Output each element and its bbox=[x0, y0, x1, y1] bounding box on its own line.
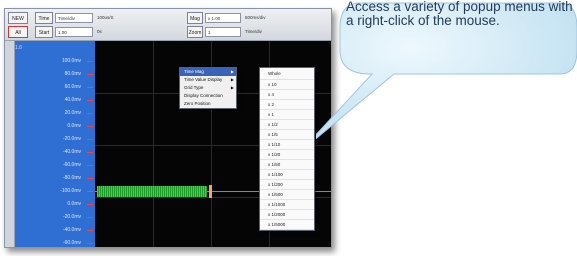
scale-tick bbox=[87, 217, 93, 218]
scale-label: -60.0mv bbox=[62, 240, 81, 246]
grid-line bbox=[153, 41, 154, 247]
scale-tick bbox=[87, 191, 93, 192]
toolbar: NEW Time Time/div 100us/S Mag x 1.00 500… bbox=[5, 9, 331, 41]
menu-item-time-mag[interactable]: Time Mag ▶ bbox=[180, 68, 236, 76]
submenu-item[interactable]: x 1/5000 bbox=[260, 220, 314, 230]
menu-item-time-value-display[interactable]: Time Value Display ▶ bbox=[180, 76, 236, 84]
submenu-arrow-icon: ▶ bbox=[230, 85, 234, 90]
sample-rate-text: 100us/S bbox=[97, 15, 114, 20]
scale-label: 0.0mv bbox=[67, 123, 81, 129]
submenu-item[interactable]: x 1/20 bbox=[260, 150, 314, 160]
menu-item-label: Zero Position bbox=[184, 101, 211, 106]
scale-label: 40.0mv bbox=[64, 97, 81, 103]
menu-item-display-connection[interactable]: Display Connection bbox=[180, 92, 236, 100]
scale-label: 80.0mv bbox=[64, 71, 81, 77]
scale-tick bbox=[87, 243, 93, 244]
scale-tick bbox=[87, 113, 93, 114]
scale-label: -40.0mv bbox=[62, 227, 81, 233]
scale-label: -20.0mv bbox=[62, 214, 81, 220]
scale-label: -80.0mv bbox=[62, 175, 81, 181]
submenu-item[interactable]: x 1/1000 bbox=[260, 200, 314, 210]
time-button[interactable]: Time bbox=[35, 12, 53, 24]
mag-value-text: 500ms/div bbox=[245, 15, 266, 20]
scale-label: -100.0mv bbox=[60, 188, 81, 194]
scale-tick bbox=[87, 87, 93, 88]
time-mag-submenu: Whole x 10 x 4x 2x 1x 1/2 x 1/5 x 1/10 x 1/20… bbox=[259, 67, 315, 231]
start-field[interactable]: 1.00 bbox=[55, 27, 93, 37]
new-button[interactable]: NEW bbox=[8, 12, 28, 24]
scale-tick bbox=[87, 165, 93, 166]
signal-end-marker bbox=[209, 185, 212, 198]
scale-label: 20.0mv bbox=[64, 110, 81, 116]
scale-label: 0.0mv bbox=[67, 201, 81, 207]
zoom-unit-text: Time/div bbox=[245, 29, 262, 34]
menu-item-zero-position[interactable]: Zero Position bbox=[180, 100, 236, 108]
zoom-button[interactable]: Zoom bbox=[187, 26, 203, 38]
scale-top-label: 1.0 bbox=[15, 45, 22, 51]
scale-label: -20.0mv bbox=[62, 136, 81, 142]
scale-tick bbox=[87, 100, 93, 101]
start-unit-text: 0s bbox=[97, 29, 102, 34]
submenu-item[interactable]: x 1 bbox=[260, 110, 314, 120]
context-menu: Time Mag ▶ Time Value Display ▶ Grid Typ… bbox=[179, 67, 237, 109]
submenu-item[interactable]: x 10 bbox=[260, 80, 314, 90]
all-button[interactable]: All bbox=[8, 26, 28, 38]
time-div-field[interactable]: Time/div bbox=[55, 13, 93, 23]
submenu-item[interactable]: Whole bbox=[260, 68, 314, 80]
submenu-arrow-icon: ▶ bbox=[230, 69, 234, 74]
submenu-item[interactable]: x 1/10 bbox=[260, 140, 314, 150]
submenu-item[interactable]: x 1/2 bbox=[260, 120, 314, 130]
submenu-item[interactable]: x 1/50 bbox=[260, 160, 314, 170]
app-screenshot: NEW Time Time/div 100us/S Mag x 1.00 500… bbox=[4, 8, 332, 248]
menu-item-label: Grid Type bbox=[184, 85, 204, 90]
zoom-field[interactable]: 1 bbox=[205, 27, 241, 37]
submenu-item[interactable]: x 1/200 bbox=[260, 180, 314, 190]
menu-item-label: Display Connection bbox=[184, 93, 223, 98]
submenu-item[interactable]: x 1/500 bbox=[260, 190, 314, 200]
menu-item-grid-type[interactable]: Grid Type ▶ bbox=[180, 84, 236, 92]
submenu-item[interactable]: x 4 bbox=[260, 90, 314, 100]
menu-item-label: Time Mag bbox=[184, 69, 204, 74]
scale-tick bbox=[87, 139, 93, 140]
submenu-item[interactable]: x 1/5 bbox=[260, 130, 314, 140]
scale-tick bbox=[87, 204, 93, 205]
scale-tick bbox=[87, 230, 93, 231]
submenu-arrow-icon: ▶ bbox=[230, 77, 234, 82]
menu-item-label: Time Value Display bbox=[184, 77, 223, 82]
mag-button[interactable]: Mag bbox=[187, 12, 203, 24]
start-button[interactable]: Start bbox=[35, 26, 53, 38]
scale-tick bbox=[87, 152, 93, 153]
submenu-item[interactable]: x 2 bbox=[260, 100, 314, 110]
mag-field[interactable]: x 1.00 bbox=[205, 13, 241, 23]
scale-label: 60.0mv bbox=[64, 84, 81, 90]
scale-label: 100.0mv bbox=[61, 58, 81, 64]
scale-tick bbox=[87, 74, 93, 75]
scale-tick bbox=[87, 61, 93, 62]
green-signal-waveform bbox=[97, 186, 207, 197]
left-gutter bbox=[5, 41, 15, 247]
callout-text: Access a variety of popup menus with a r… bbox=[346, 0, 573, 28]
scale-tick bbox=[87, 126, 93, 127]
submenu-item[interactable]: x 1/2000 bbox=[260, 210, 314, 220]
scale-label: -60.0mv bbox=[62, 162, 81, 168]
scale-label: -40.0mv bbox=[62, 149, 81, 155]
scale-tick bbox=[87, 178, 93, 179]
submenu-item[interactable]: x 1/100 bbox=[260, 170, 314, 180]
